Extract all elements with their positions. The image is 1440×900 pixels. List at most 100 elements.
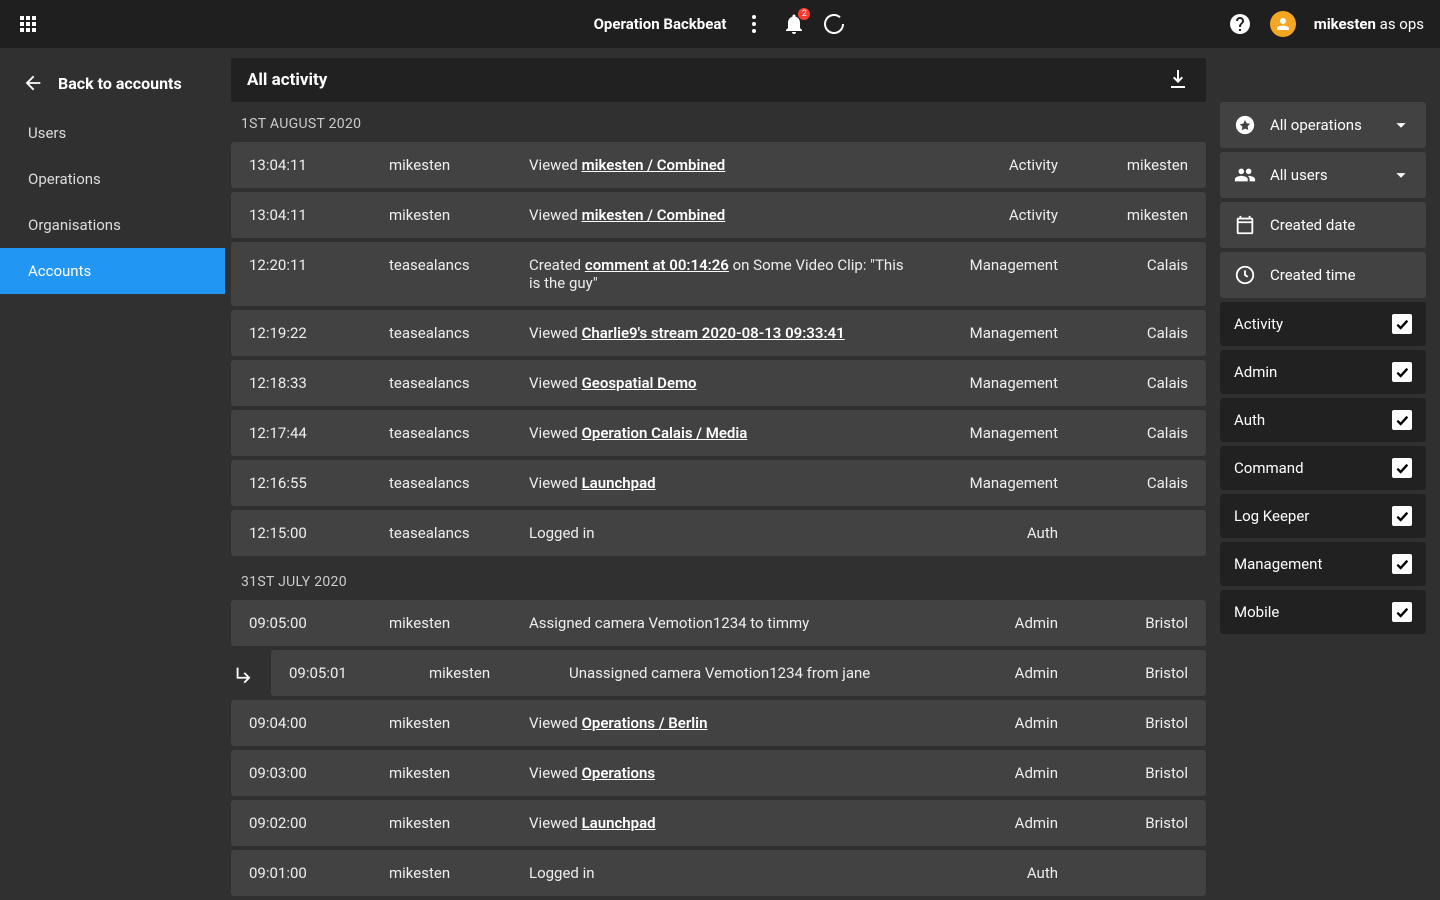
col-time: 09:01:00 bbox=[249, 864, 389, 882]
col-type: Management bbox=[928, 474, 1068, 492]
filter-created-time[interactable]: Created time bbox=[1220, 252, 1426, 298]
action-link[interactable]: Geospatial Demo bbox=[582, 374, 697, 392]
col-type: Admin bbox=[928, 714, 1068, 732]
col-action: Unassigned camera Vemotion1234 from jane bbox=[569, 664, 928, 682]
filter-check-label: Admin bbox=[1234, 363, 1378, 381]
col-action: Created comment at 00:14:26 on Some Vide… bbox=[529, 256, 928, 292]
action-link[interactable]: Operations / Berlin bbox=[582, 714, 708, 732]
activity-row[interactable]: 12:15:00teasealancsLogged inAuth bbox=[231, 510, 1206, 556]
col-action: Logged in bbox=[529, 864, 928, 882]
notifications-icon[interactable]: 2 bbox=[782, 12, 806, 36]
activity-row[interactable]: 12:20:11teasealancsCreated comment at 00… bbox=[231, 242, 1206, 306]
activity-row[interactable]: 09:05:00mikestenAssigned camera Vemotion… bbox=[231, 600, 1206, 646]
col-time: 09:05:01 bbox=[289, 664, 429, 682]
col-time: 09:03:00 bbox=[249, 764, 389, 782]
col-type: Auth bbox=[928, 524, 1068, 542]
activity-row[interactable]: 09:01:00mikestenLogged inAuth bbox=[231, 850, 1206, 896]
more-vert-icon[interactable] bbox=[742, 12, 766, 36]
filter-label: Created date bbox=[1270, 216, 1412, 234]
activity-row[interactable]: 13:04:11mikestenViewed mikesten / Combin… bbox=[231, 142, 1206, 188]
col-user: teasealancs bbox=[389, 424, 529, 442]
action-link[interactable]: Charlie9's stream 2020-08-13 09:33:41 bbox=[582, 324, 845, 342]
col-user: mikesten bbox=[389, 156, 529, 174]
filter-check-log-keeper[interactable]: Log Keeper bbox=[1220, 494, 1426, 538]
filter-check-mobile[interactable]: Mobile bbox=[1220, 590, 1426, 634]
activity-row[interactable]: 09:03:00mikestenViewed OperationsAdminBr… bbox=[231, 750, 1206, 796]
col-user: mikesten bbox=[389, 864, 529, 882]
filter-check-management[interactable]: Management bbox=[1220, 542, 1426, 586]
activity-row[interactable]: 09:02:00mikestenViewed LaunchpadAdminBri… bbox=[231, 800, 1206, 846]
col-user: mikesten bbox=[389, 614, 529, 632]
col-action: Viewed mikesten / Combined bbox=[529, 156, 928, 174]
checkbox[interactable] bbox=[1392, 602, 1412, 622]
checkbox[interactable] bbox=[1392, 458, 1412, 478]
page-title: All activity bbox=[247, 70, 327, 90]
filter-check-label: Command bbox=[1234, 459, 1378, 477]
col-action: Viewed Operations / Berlin bbox=[529, 714, 928, 732]
checkbox[interactable] bbox=[1392, 410, 1412, 430]
col-type: Management bbox=[928, 374, 1068, 392]
filter-all-operations[interactable]: All operations bbox=[1220, 102, 1426, 148]
sidebar-item-operations[interactable]: Operations bbox=[0, 156, 225, 202]
filter-label: All users bbox=[1270, 166, 1376, 184]
checkbox[interactable] bbox=[1392, 362, 1412, 382]
filter-check-auth[interactable]: Auth bbox=[1220, 398, 1426, 442]
filter-check-label: Log Keeper bbox=[1234, 507, 1378, 525]
activity-row[interactable]: 09:05:01mikestenUnassigned camera Vemoti… bbox=[271, 650, 1206, 696]
col-type: Activity bbox=[928, 156, 1068, 174]
col-time: 09:04:00 bbox=[249, 714, 389, 732]
action-link[interactable]: Launchpad bbox=[582, 474, 656, 492]
filter-created-date[interactable]: Created date bbox=[1220, 202, 1426, 248]
checkbox[interactable] bbox=[1392, 314, 1412, 334]
col-user: teasealancs bbox=[389, 374, 529, 392]
refresh-icon[interactable] bbox=[822, 12, 846, 36]
col-location: mikesten bbox=[1068, 156, 1188, 174]
action-link[interactable]: Operation Calais / Media bbox=[582, 424, 748, 442]
user-suffix: as ops bbox=[1376, 15, 1424, 33]
back-to-accounts[interactable]: Back to accounts bbox=[0, 56, 225, 110]
action-link[interactable]: Launchpad bbox=[582, 814, 656, 832]
checkbox[interactable] bbox=[1392, 554, 1412, 574]
filter-check-admin[interactable]: Admin bbox=[1220, 350, 1426, 394]
filter-check-activity[interactable]: Activity bbox=[1220, 302, 1426, 346]
col-user: teasealancs bbox=[389, 474, 529, 492]
col-type: Management bbox=[928, 256, 1068, 274]
activity-row[interactable]: 09:04:00mikestenViewed Operations / Berl… bbox=[231, 700, 1206, 746]
activity-row[interactable]: 12:17:44teasealancsViewed Operation Cala… bbox=[231, 410, 1206, 456]
clock-icon bbox=[1234, 264, 1256, 286]
col-location: Calais bbox=[1068, 374, 1188, 392]
action-link[interactable]: mikesten / Combined bbox=[582, 206, 726, 224]
calendar-icon bbox=[1234, 214, 1256, 236]
col-location: Bristol bbox=[1068, 814, 1188, 832]
sidebar-item-organisations[interactable]: Organisations bbox=[0, 202, 225, 248]
activity-row[interactable]: 13:04:11mikestenViewed mikesten / Combin… bbox=[231, 192, 1206, 238]
filter-all-users[interactable]: All users bbox=[1220, 152, 1426, 198]
activity-row[interactable]: 12:19:22teasealancsViewed Charlie9's str… bbox=[231, 310, 1206, 356]
checkbox[interactable] bbox=[1392, 506, 1412, 526]
apps-icon[interactable] bbox=[16, 12, 40, 36]
activity-row[interactable]: 12:16:55teasealancsViewed LaunchpadManag… bbox=[231, 460, 1206, 506]
col-location: Bristol bbox=[1068, 714, 1188, 732]
filter-label: All operations bbox=[1270, 116, 1376, 134]
help-icon[interactable] bbox=[1228, 12, 1252, 36]
action-link[interactable]: comment at 00:14:26 bbox=[585, 256, 729, 274]
col-location: Calais bbox=[1068, 256, 1188, 274]
user-name: mikesten bbox=[1314, 15, 1376, 33]
download-icon[interactable] bbox=[1166, 68, 1190, 92]
col-action: Logged in bbox=[529, 524, 928, 542]
sidebar-item-accounts[interactable]: Accounts bbox=[0, 248, 225, 294]
notification-badge: 2 bbox=[798, 8, 810, 20]
arrow-back-icon bbox=[22, 72, 44, 94]
avatar[interactable] bbox=[1270, 11, 1296, 37]
filter-check-command[interactable]: Command bbox=[1220, 446, 1426, 490]
col-location: Bristol bbox=[1068, 764, 1188, 782]
action-link[interactable]: Operations bbox=[582, 764, 656, 782]
activity-row[interactable]: 12:18:33teasealancsViewed Geospatial Dem… bbox=[231, 360, 1206, 406]
sidebar-item-users[interactable]: Users bbox=[0, 110, 225, 156]
col-type: Management bbox=[928, 324, 1068, 342]
col-type: Admin bbox=[928, 614, 1068, 632]
chevron-down-icon bbox=[1390, 114, 1412, 136]
subdirectory-arrow-icon bbox=[233, 664, 255, 686]
col-time: 12:16:55 bbox=[249, 474, 389, 492]
action-link[interactable]: mikesten / Combined bbox=[582, 156, 726, 174]
